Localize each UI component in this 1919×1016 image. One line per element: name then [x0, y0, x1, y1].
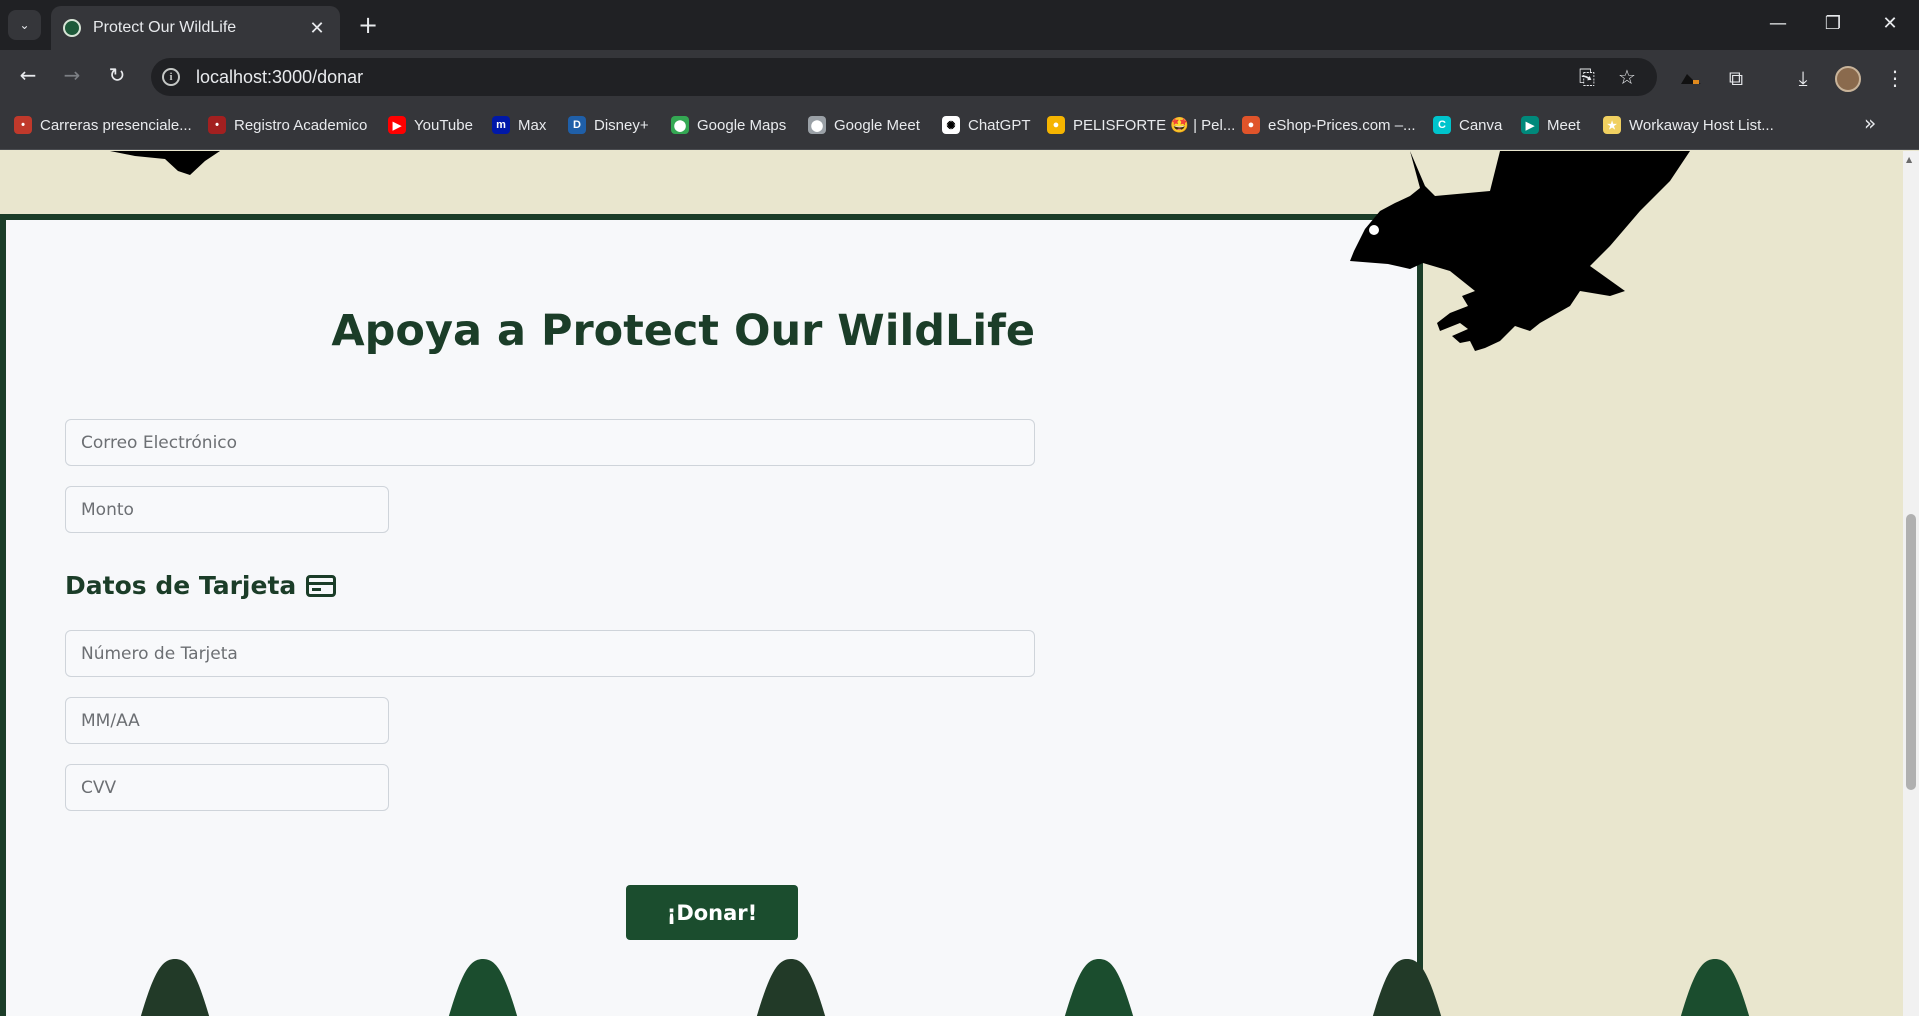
- site-info-icon[interactable]: i: [162, 68, 180, 86]
- new-tab-button[interactable]: +: [353, 10, 383, 40]
- install-app-icon[interactable]: ⎘: [1573, 63, 1601, 91]
- eagle-silhouette: [1350, 151, 1690, 351]
- email-field[interactable]: Correo Electrónico: [65, 419, 1035, 466]
- back-button[interactable]: ←: [12, 59, 44, 91]
- pine-tree-3: [756, 959, 826, 1016]
- tab-strip: ⌄ Protect Our WildLife ✕ + — ❐ ✕: [0, 0, 1919, 50]
- bookmark-label: Registro Academico: [234, 116, 368, 134]
- bookmark-favicon-icon: •: [208, 116, 226, 134]
- expiry-field[interactable]: MM/AA: [65, 697, 389, 744]
- cvv-field[interactable]: CVV: [65, 764, 389, 811]
- pine-tree-1: [140, 959, 210, 1016]
- tab-search-button[interactable]: ⌄: [8, 10, 41, 40]
- scroll-up-arrow-icon[interactable]: ▲: [1906, 155, 1912, 164]
- donate-button[interactable]: ¡Donar!: [626, 885, 798, 940]
- pine-tree-4: [1064, 959, 1134, 1016]
- downloads-icon[interactable]: ⤓: [1788, 63, 1818, 93]
- bookmark-favicon-icon: ●: [1047, 116, 1065, 134]
- bookmark-favicon-icon: •: [14, 116, 32, 134]
- bookmark-item[interactable]: D Disney+: [568, 113, 649, 137]
- address-url[interactable]: localhost:3000/donar: [196, 67, 363, 88]
- page-title: Apoya a Protect Our WildLife: [331, 306, 1035, 356]
- credit-card-icon: [306, 574, 337, 597]
- forward-button[interactable]: →: [56, 59, 88, 91]
- extensions-puzzle-icon[interactable]: ⧉: [1721, 63, 1751, 93]
- close-window-button[interactable]: ✕: [1870, 8, 1910, 40]
- card-section-title: Datos de Tarjeta: [65, 571, 297, 600]
- bookmark-label: Disney+: [594, 116, 649, 134]
- pine-tree-2: [448, 959, 518, 1016]
- bookmark-favicon-icon: ★: [1603, 116, 1621, 134]
- bookmark-favicon-icon: ▶: [388, 116, 406, 134]
- scrollbar-thumb[interactable]: [1906, 514, 1916, 790]
- active-tab[interactable]: Protect Our WildLife ✕: [51, 6, 340, 50]
- address-bar[interactable]: [151, 58, 1657, 96]
- pine-tree-5: [1372, 959, 1442, 1016]
- bookmark-item[interactable]: ⬤ Google Meet: [808, 113, 920, 137]
- bookmark-label: Workaway Host List...: [1629, 116, 1774, 134]
- bookmark-favicon-icon: ⬤: [671, 116, 689, 134]
- bookmark-label: YouTube: [414, 116, 473, 134]
- bookmark-favicon-icon: ⬤: [808, 116, 826, 134]
- bookmark-favicon-icon: ✺: [942, 116, 960, 134]
- bookmark-item[interactable]: ▶ YouTube: [388, 113, 473, 137]
- browser-menu-icon[interactable]: ⋮: [1880, 63, 1910, 93]
- minimize-button[interactable]: —: [1758, 8, 1798, 40]
- bookmark-favicon-icon: m: [492, 116, 510, 134]
- bookmark-favicon-icon: C: [1433, 116, 1451, 134]
- bookmark-item[interactable]: ▶ Meet: [1521, 113, 1580, 137]
- page-viewport: Apoya a Protect Our WildLife Correo Elec…: [0, 151, 1903, 1016]
- bookmark-item[interactable]: • Registro Academico: [208, 113, 367, 137]
- more-bookmarks-icon[interactable]: »: [1864, 111, 1876, 135]
- bookmark-label: Google Meet: [834, 116, 920, 134]
- bookmark-item[interactable]: ✺ ChatGPT: [942, 113, 1031, 137]
- extension-icon[interactable]: [1679, 70, 1703, 86]
- close-tab-icon[interactable]: ✕: [306, 18, 328, 39]
- bookmark-label: Google Maps: [697, 116, 787, 134]
- eagle-tail-silhouette: [110, 151, 220, 175]
- bookmark-favicon-icon: ▶: [1521, 116, 1539, 134]
- amount-field[interactable]: Monto: [65, 486, 389, 533]
- bookmark-star-icon[interactable]: ☆: [1613, 63, 1641, 91]
- card-number-field[interactable]: Número de Tarjeta: [65, 630, 1035, 677]
- bookmark-item[interactable]: C Canva: [1433, 113, 1502, 137]
- bookmark-label: Canva: [1459, 116, 1503, 134]
- bookmark-label: PELISFORTE 🤩 | Pel...: [1073, 117, 1236, 134]
- tab-title: Protect Our WildLife: [93, 19, 237, 36]
- pine-tree-6: [1680, 959, 1750, 1016]
- reload-button[interactable]: ↻: [101, 59, 133, 91]
- bookmark-label: eShop-Prices.com –...: [1268, 116, 1416, 134]
- bookmark-label: Max: [518, 116, 547, 134]
- bookmark-label: ChatGPT: [968, 116, 1031, 134]
- bookmark-label: Meet: [1547, 116, 1581, 134]
- bookmark-item[interactable]: ★ Workaway Host List...: [1603, 113, 1774, 137]
- bookmark-item[interactable]: m Max: [492, 113, 546, 137]
- card-section-heading: Datos de Tarjeta: [65, 571, 337, 600]
- profile-avatar[interactable]: [1835, 66, 1861, 92]
- bookmark-favicon-icon: ●: [1242, 116, 1260, 134]
- bookmark-label: Carreras presenciale...: [40, 116, 192, 134]
- bookmark-item[interactable]: ⬤ Google Maps: [671, 113, 786, 137]
- bookmark-item[interactable]: ● PELISFORTE 🤩 | Pel...: [1047, 113, 1235, 137]
- site-favicon-icon: [63, 19, 81, 37]
- restore-button[interactable]: ❐: [1813, 8, 1853, 40]
- bookmark-favicon-icon: D: [568, 116, 586, 134]
- bookmark-item[interactable]: ● eShop-Prices.com –...: [1242, 113, 1416, 137]
- bookmark-item[interactable]: • Carreras presenciale...: [14, 113, 192, 137]
